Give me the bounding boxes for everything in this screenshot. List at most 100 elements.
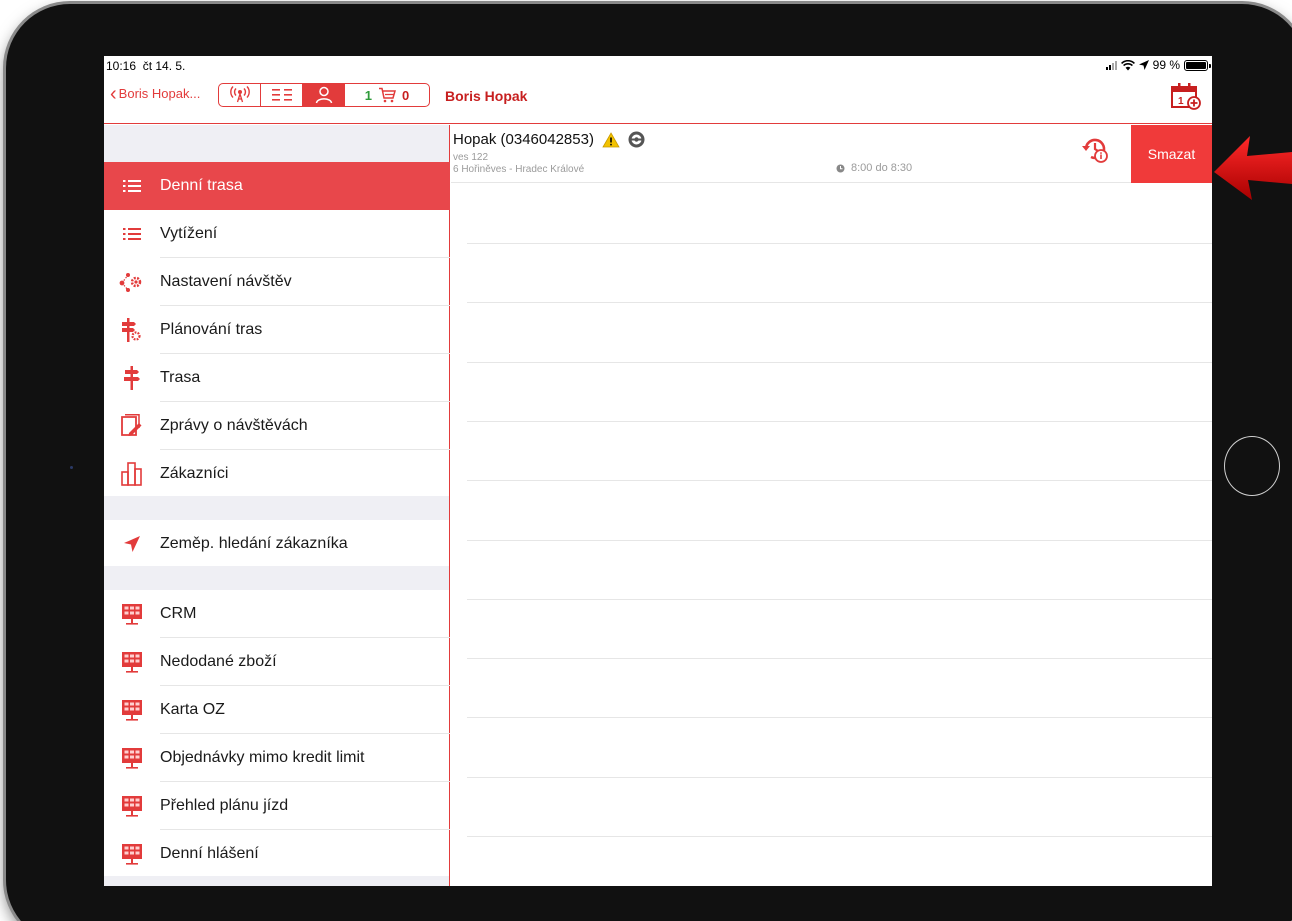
empty-row-divider bbox=[467, 243, 1212, 244]
page-title: Boris Hopak bbox=[445, 88, 528, 104]
sidebar-item-label: Plánování tras bbox=[160, 306, 450, 354]
sidebar: Denní trasa Vytížení Nastavení návštěv P… bbox=[104, 125, 450, 886]
cart-segment[interactable]: 1 0 bbox=[345, 84, 429, 106]
empty-row-divider bbox=[467, 540, 1212, 541]
cart-count: 0 bbox=[402, 87, 410, 103]
location-arrow-icon bbox=[104, 520, 160, 568]
status-date: čt 14. 5. bbox=[142, 59, 186, 73]
sidebar-bottom-gap bbox=[104, 876, 449, 886]
clock-icon bbox=[836, 164, 845, 172]
visit-customer: Hopak (0346042853) bbox=[453, 131, 645, 148]
steering-wheel-icon bbox=[628, 131, 645, 148]
empty-row-divider bbox=[467, 599, 1212, 600]
sidebar-item-label: Zprávy o návštěvách bbox=[160, 402, 450, 450]
mode-segmented-control: 1 0 bbox=[218, 83, 430, 107]
list-icon bbox=[104, 210, 160, 258]
monitor-report-icon bbox=[104, 590, 160, 638]
monitor-report-icon bbox=[104, 830, 160, 878]
sidebar-section-gap bbox=[104, 496, 449, 520]
home-button[interactable] bbox=[1224, 436, 1280, 496]
sidebar-item-label: Nedodané zboží bbox=[160, 638, 450, 686]
monitor-report-icon bbox=[104, 782, 160, 830]
sidebar-section-gap bbox=[104, 566, 449, 590]
visit-customer-name: Hopak (0346042853) bbox=[453, 131, 594, 148]
signal-icon bbox=[1105, 60, 1117, 70]
visit-row[interactable]: Hopak (0346042853) ves 122 6 Hořiněves -… bbox=[451, 125, 1212, 183]
empty-row-divider bbox=[467, 362, 1212, 363]
back-label: Boris Hopak... bbox=[118, 86, 201, 101]
svg-text:1: 1 bbox=[1178, 96, 1184, 107]
customer-segment[interactable] bbox=[303, 84, 345, 106]
delete-button[interactable]: Smazat bbox=[1131, 125, 1212, 183]
camera-dot bbox=[70, 466, 73, 469]
sidebar-item-zpravy[interactable]: Zprávy o návštěvách bbox=[104, 402, 450, 450]
columns-list-icon bbox=[271, 89, 292, 101]
monitor-report-icon bbox=[104, 686, 160, 734]
empty-row-divider bbox=[467, 480, 1212, 481]
report-edit-icon bbox=[104, 402, 160, 450]
sidebar-item-label: Vytížení bbox=[160, 210, 450, 258]
visit-time-range: 8:00 do 8:30 bbox=[851, 162, 913, 174]
sidebar-item-prehled-planu[interactable]: Přehled plánu jízd bbox=[104, 782, 450, 830]
location-arrow-status-icon bbox=[1138, 60, 1149, 70]
sidebar-item-label: Objednávky mimo kredit limit bbox=[160, 734, 450, 782]
sidebar-item-trasa[interactable]: Trasa bbox=[104, 354, 450, 402]
signpost-gear-icon bbox=[104, 306, 160, 354]
visit-address-line2: 6 Hořiněves - Hradec Králové bbox=[453, 164, 585, 175]
sidebar-item-label: Nastavení návštěv bbox=[160, 258, 450, 306]
sidebar-item-denni-hlaseni[interactable]: Denní hlášení bbox=[104, 830, 450, 878]
monitor-report-icon bbox=[104, 734, 160, 782]
monitor-report-icon bbox=[104, 638, 160, 686]
broadcast-icon bbox=[229, 86, 250, 103]
signpost-icon bbox=[104, 354, 160, 402]
route-settings-icon bbox=[104, 258, 160, 306]
sidebar-item-crm[interactable]: CRM bbox=[104, 590, 450, 638]
sidebar-item-nedodane-zbozi[interactable]: Nedodané zboží bbox=[104, 638, 450, 686]
sidebar-item-zemep-hledani[interactable]: Zeměp. hledání zákazníka bbox=[104, 520, 450, 568]
cart-icon bbox=[379, 87, 396, 103]
wifi-icon bbox=[1120, 59, 1135, 70]
pointer-arrow-icon bbox=[1214, 136, 1292, 200]
sidebar-item-label: Zákazníci bbox=[160, 465, 229, 482]
app-screen: 10:16 čt 14. 5. 99 % ‹ Boris Hopak... 1 … bbox=[104, 56, 1212, 886]
battery-percent: 99 % bbox=[1152, 58, 1180, 72]
empty-row-divider bbox=[467, 777, 1212, 778]
status-indicators: 99 % bbox=[1105, 58, 1211, 72]
empty-row-divider bbox=[467, 658, 1212, 659]
sidebar-top-gap bbox=[104, 125, 449, 162]
sidebar-item-vytizeni[interactable]: Vytížení bbox=[104, 210, 450, 258]
empty-row-divider bbox=[467, 421, 1212, 422]
empty-row-divider bbox=[467, 717, 1212, 718]
visit-address-line1: ves 122 bbox=[453, 152, 489, 163]
daily-route-list: Hopak (0346042853) ves 122 6 Hořiněves -… bbox=[451, 125, 1212, 886]
sidebar-item-label: Přehled plánu jízd bbox=[160, 782, 450, 830]
empty-row-divider bbox=[467, 302, 1212, 303]
sidebar-item-label: CRM bbox=[160, 590, 450, 638]
history-info-icon[interactable] bbox=[1080, 135, 1110, 165]
status-clock: 10:16 čt 14. 5. bbox=[106, 59, 185, 73]
sidebar-item-zakaznici[interactable]: Zákazníci bbox=[104, 450, 450, 498]
sidebar-item-objednavky[interactable]: Objednávky mimo kredit limit bbox=[104, 734, 450, 782]
cart-count-green: 1 bbox=[364, 87, 372, 103]
list-segment[interactable] bbox=[261, 84, 303, 106]
person-icon bbox=[315, 86, 332, 104]
warning-icon bbox=[602, 131, 620, 147]
status-bar: 10:16 čt 14. 5. 99 % bbox=[104, 56, 1212, 78]
back-button[interactable]: ‹ Boris Hopak... bbox=[110, 82, 201, 105]
nav-bar: ‹ Boris Hopak... 1 0 Boris Hopak 1 bbox=[104, 78, 1212, 124]
list-icon bbox=[104, 162, 160, 210]
sidebar-item-denni-trasa[interactable]: Denní trasa bbox=[104, 162, 450, 210]
sidebar-item-karta-oz[interactable]: Karta OZ bbox=[104, 686, 450, 734]
sidebar-item-label: Zeměp. hledání zákazníka bbox=[160, 535, 348, 552]
broadcast-segment[interactable] bbox=[219, 84, 261, 106]
calendar-add-icon[interactable]: 1 bbox=[1170, 81, 1202, 111]
visit-time: 8:00 do 8:30 bbox=[836, 162, 912, 174]
chevron-left-icon: ‹ bbox=[110, 82, 117, 105]
sidebar-item-label: Denní hlášení bbox=[160, 845, 259, 862]
empty-row-divider bbox=[467, 836, 1212, 837]
sidebar-item-label: Karta OZ bbox=[160, 686, 450, 734]
sidebar-item-nastaveni-navstev[interactable]: Nastavení návštěv bbox=[104, 258, 450, 306]
customers-icon bbox=[104, 450, 160, 498]
sidebar-item-planovani-tras[interactable]: Plánování tras bbox=[104, 306, 450, 354]
sidebar-item-label: Denní trasa bbox=[160, 177, 243, 194]
